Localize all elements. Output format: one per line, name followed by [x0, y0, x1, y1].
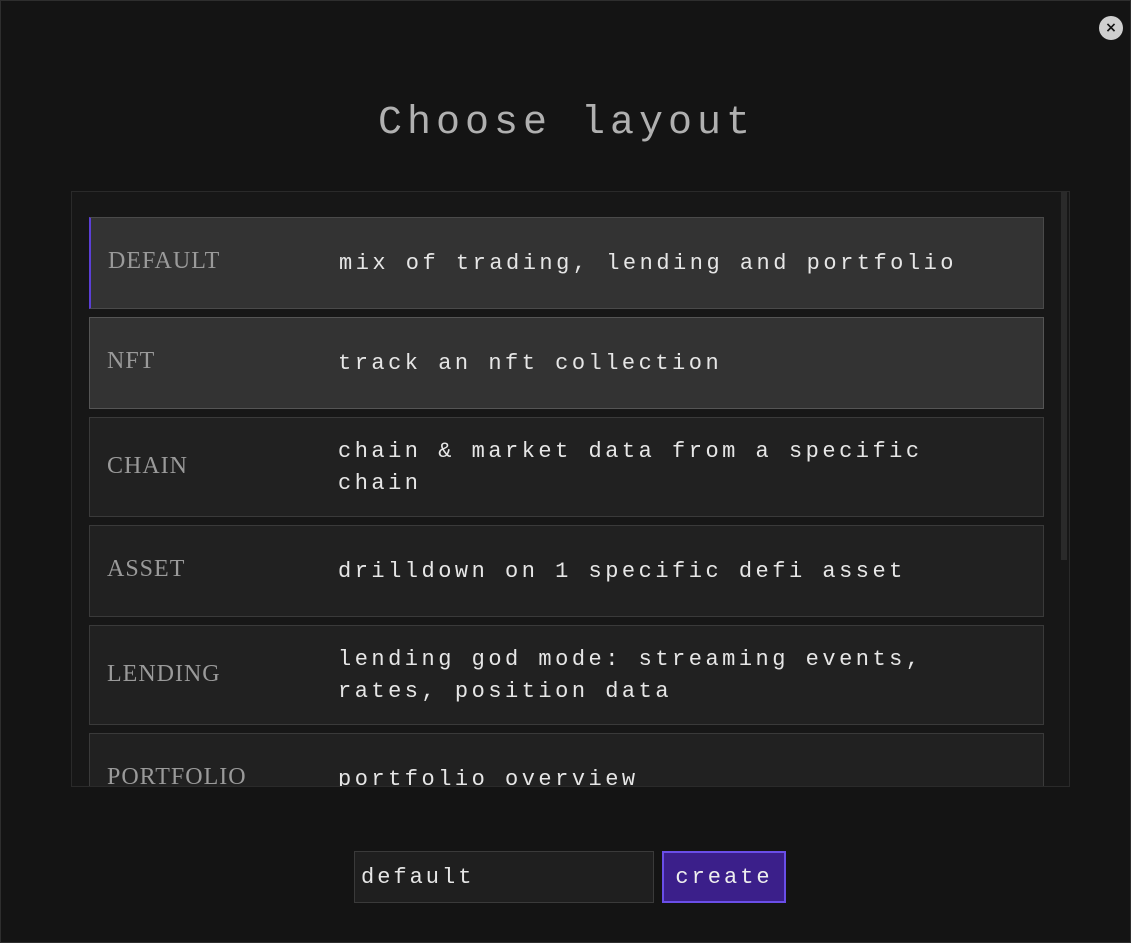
layout-option-name: LENDING	[107, 661, 221, 687]
layout-option-name: PORTFOLIO	[107, 764, 247, 787]
layout-option-lending[interactable]: LENDING lending god mode: streaming even…	[89, 625, 1044, 725]
dialog-title: Choose layout	[377, 101, 756, 146]
layout-option-name: CHAIN	[107, 453, 188, 479]
layout-list[interactable]: DEFAULT mix of trading, lending and port…	[71, 191, 1070, 787]
layout-option-name: DEFAULT	[108, 248, 221, 274]
layout-name-input[interactable]	[354, 851, 654, 903]
list-scrollbar[interactable]	[1061, 192, 1067, 560]
layout-option-description: lending god mode: streaming events, rate…	[338, 647, 923, 704]
create-button[interactable]: create	[662, 851, 786, 903]
layout-option-nft[interactable]: NFT track an nft collection	[89, 317, 1044, 409]
layout-option-description: track an nft collection	[338, 351, 723, 376]
layout-option-default[interactable]: DEFAULT mix of trading, lending and port…	[89, 217, 1044, 309]
choose-layout-dialog: × Choose layout DEFAULT mix of trading, …	[0, 0, 1131, 943]
layout-option-name: NFT	[107, 348, 156, 374]
layout-option-description: drilldown on 1 specific defi asset	[338, 559, 906, 584]
layout-option-description: mix of trading, lending and portfolio	[339, 251, 957, 276]
layout-option-description: portfolio overview	[338, 767, 639, 787]
layout-option-chain[interactable]: CHAIN chain & market data from a specifi…	[89, 417, 1044, 517]
layout-option-asset[interactable]: ASSET drilldown on 1 specific defi asset	[89, 525, 1044, 617]
close-icon[interactable]: ×	[1099, 16, 1123, 40]
layout-option-name: ASSET	[107, 556, 186, 582]
layout-option-description: chain & market data from a specific chai…	[338, 439, 923, 496]
layout-option-portfolio[interactable]: PORTFOLIO portfolio overview	[89, 733, 1044, 787]
